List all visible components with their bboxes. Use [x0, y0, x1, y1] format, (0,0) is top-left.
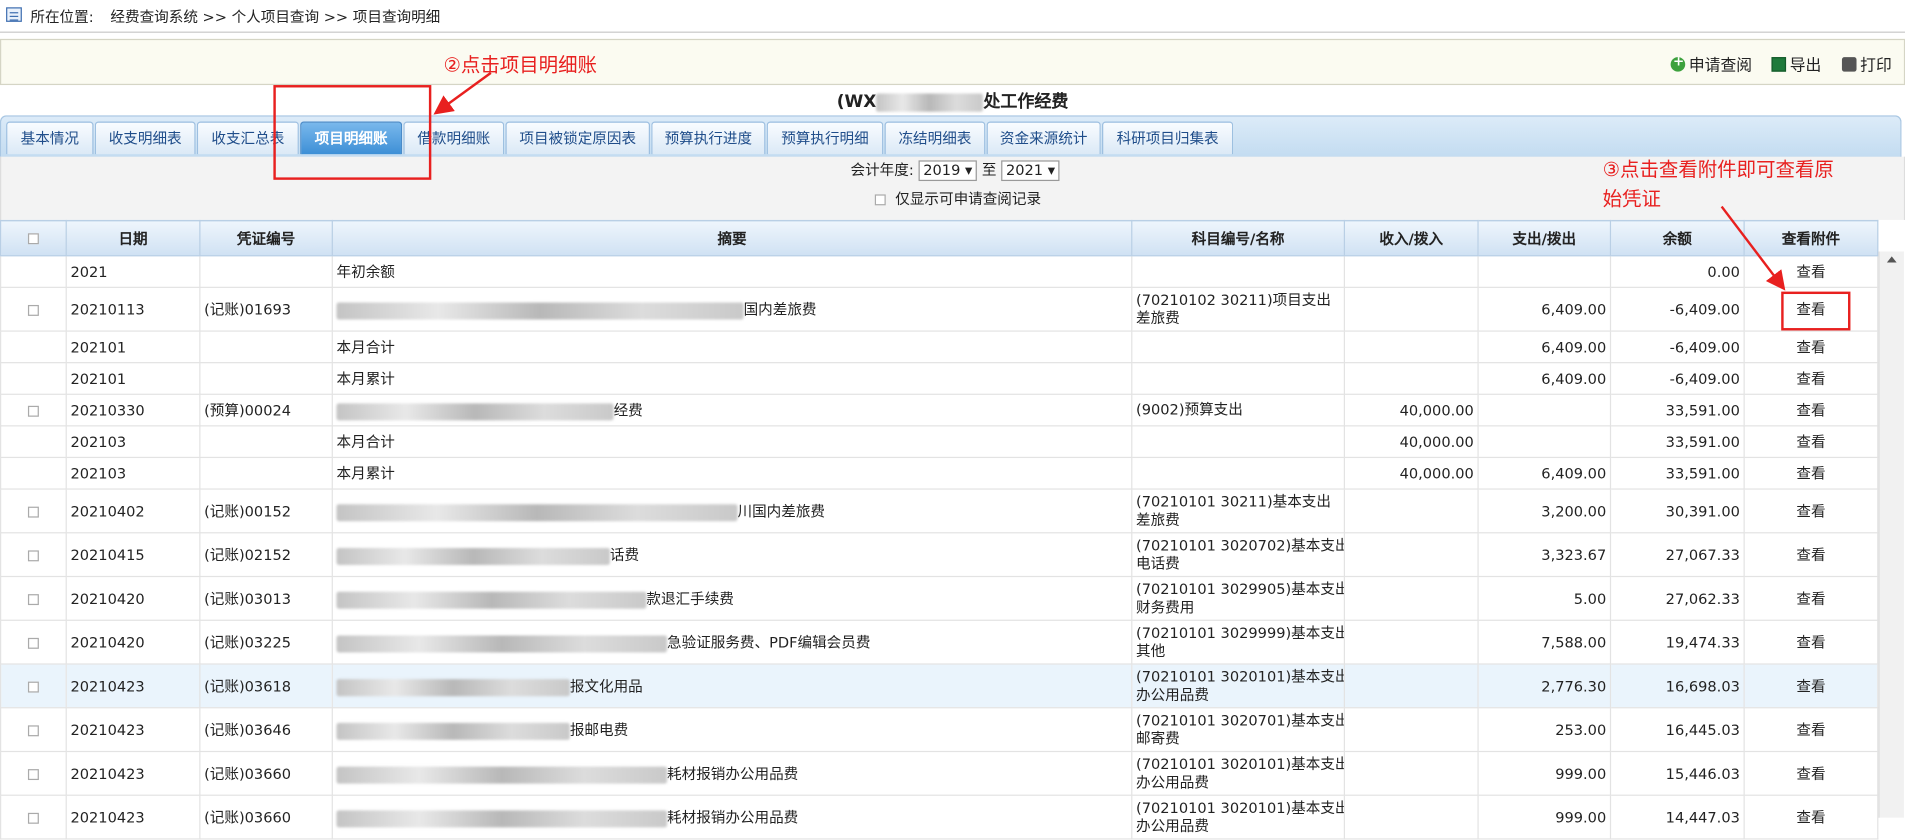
subject-line: 办公用品费	[1136, 817, 1209, 835]
annotation-arrows	[433, 71, 1786, 291]
step3-arrow	[1720, 205, 1786, 291]
step2-arrow	[433, 71, 492, 115]
